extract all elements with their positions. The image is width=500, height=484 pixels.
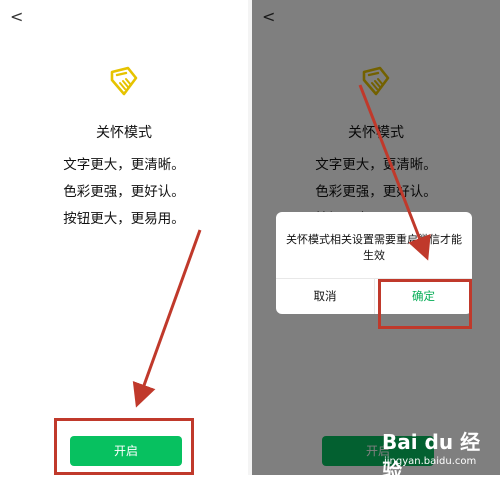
arrow-to-enable (132, 229, 202, 408)
watermark-site: jingyan.baidu.com (384, 456, 477, 467)
annotation-arrows (132, 84, 431, 408)
baidu-jingyan-watermark: Bai du 经验 jingyan.baidu.com (382, 424, 500, 483)
arrow-to-confirm (358, 84, 431, 261)
watermark-logo: Bai du 经验 (382, 430, 481, 483)
